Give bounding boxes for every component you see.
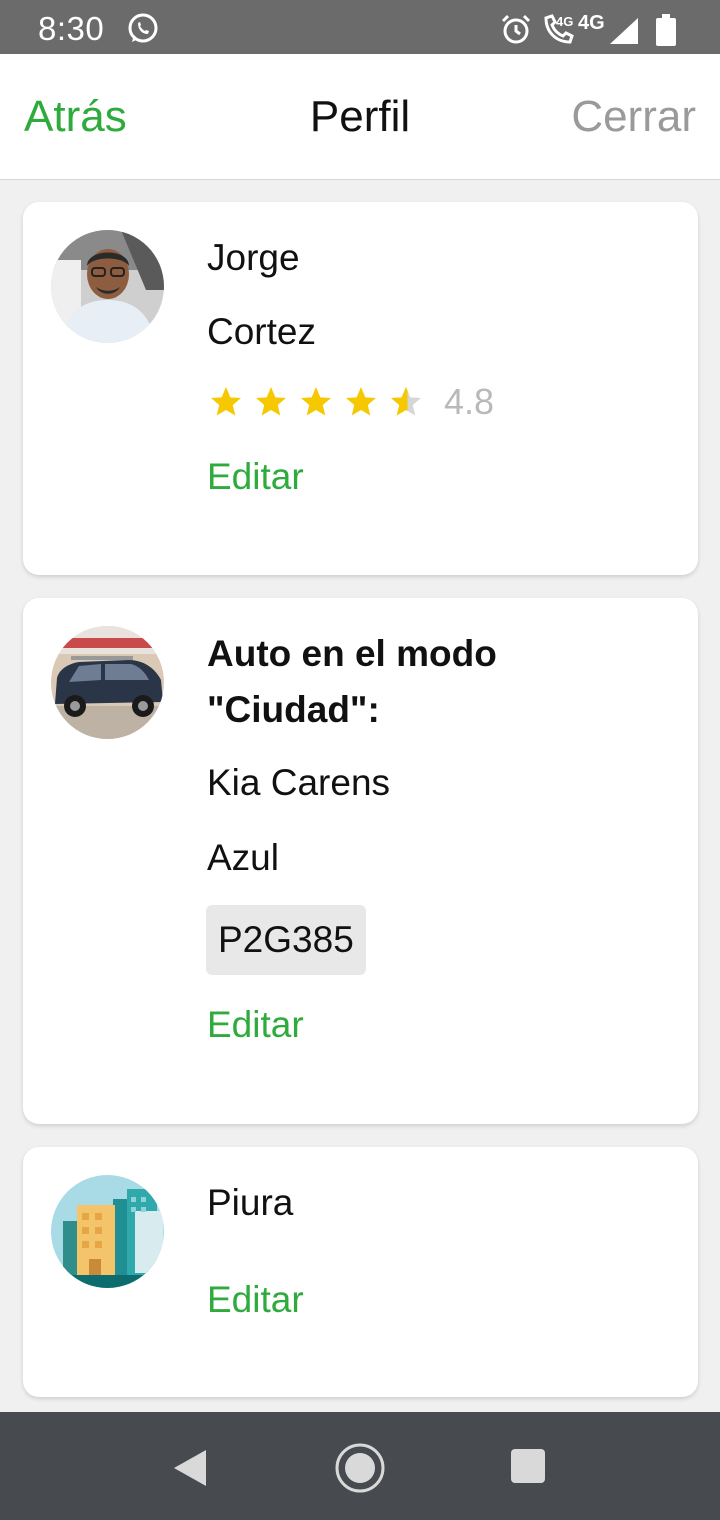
system-nav-bar (0, 1412, 720, 1520)
edit-car-button[interactable]: Editar (207, 1004, 304, 1046)
whatsapp-icon (128, 13, 158, 43)
battery-icon (656, 14, 676, 46)
city-card: Piura Editar (23, 1147, 698, 1397)
star-icon (256, 387, 286, 416)
recents-square-icon[interactable] (510, 1448, 546, 1484)
driver-avatar[interactable] (51, 230, 164, 343)
driver-rating: 4.8 (207, 381, 495, 422)
star-icon (211, 387, 241, 416)
close-button[interactable]: Cerrar (571, 92, 696, 142)
car-model: Kia Carens (207, 762, 391, 803)
rating-value: 4.8 (444, 381, 495, 422)
driver-last-name: Cortez (207, 311, 316, 352)
edit-city-button[interactable]: Editar (207, 1279, 304, 1321)
status-time: 8:30 (38, 10, 105, 47)
star-icon (346, 387, 376, 416)
city-name: Piura (207, 1182, 294, 1223)
home-circle-icon[interactable] (334, 1442, 386, 1494)
nav-header: Atrás Perfil Cerrar (0, 54, 720, 180)
car-color: Azul (207, 837, 279, 878)
star-icon (301, 387, 331, 416)
edit-driver-button[interactable]: Editar (207, 456, 304, 498)
driver-first-name: Jorge (207, 237, 300, 278)
star-half-icon (391, 387, 421, 416)
back-triangle-icon[interactable] (172, 1448, 208, 1488)
network-type: 4G (578, 12, 605, 34)
driver-card: Jorge Cortez 4.8 Editar (23, 202, 698, 575)
signal-icon (610, 18, 638, 44)
car-heading-line1: Auto en el modo (207, 633, 497, 674)
city-avatar[interactable] (51, 1175, 164, 1288)
car-avatar[interactable] (51, 626, 164, 739)
car-photo (51, 626, 164, 739)
city-illustration (51, 1175, 164, 1288)
alarm-icon (501, 14, 531, 44)
car-card: Auto en el modo "Ciudad": Kia Carens Azu… (23, 598, 698, 1124)
status-bar: 8:30 4G 4G (0, 0, 720, 54)
driver-photo (51, 230, 164, 343)
network-type-small: 4G (556, 14, 574, 29)
car-plate: P2G385 (206, 905, 366, 975)
car-heading-line2: "Ciudad": (207, 689, 380, 730)
